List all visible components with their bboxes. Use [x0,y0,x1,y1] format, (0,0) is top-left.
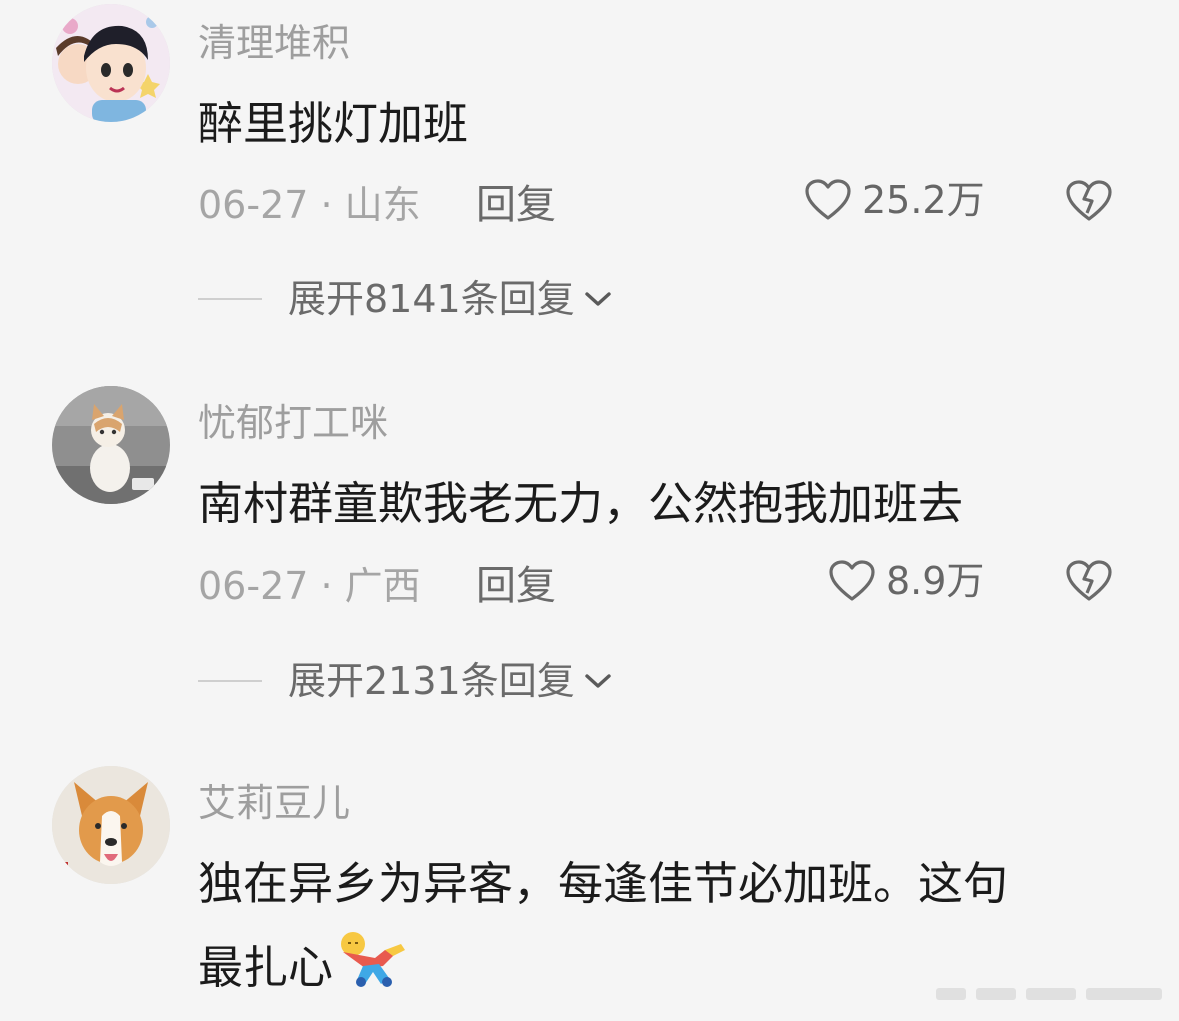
username[interactable]: 清理堆积 [198,24,350,62]
comment-item: 忧郁打工咪 南村群童欺我老无力，公然抱我加班去 06-27 · 广西 回复 8.… [0,370,1179,730]
comment-text: 醉里挑灯加班 [198,97,469,150]
dislike-button[interactable] [1064,179,1114,227]
avatar[interactable] [52,386,170,504]
like-button[interactable]: 8.9万 [828,559,984,603]
comment-item: 清理堆积 醉里挑灯加班 06-27 · 山东 回复 25.2万 展开8141条回… [0,0,1179,360]
comment-text-line: 独在异乡为异客，每逢佳节必加班。这句 [198,857,1009,910]
comment-text: 南村群童欺我老无力，公然抱我加班去 [198,477,964,530]
expand-replies[interactable]: 展开2131条回复 [198,662,613,700]
avatar-image [52,4,170,122]
broken-heart-icon [1066,560,1112,601]
divider-line [198,298,262,300]
reply-button[interactable]: 回复 [476,185,556,225]
comment-meta: 06-27 · 山东 [198,183,421,227]
like-count: 8.9万 [886,559,985,603]
comment-meta: 06-27 · 广西 [198,564,421,608]
username[interactable]: 忧郁打工咪 [198,404,388,442]
avatar-image [52,386,170,504]
heart-outline-icon [829,560,875,601]
chevron-down-icon [585,674,611,688]
dislike-button[interactable] [1064,559,1114,607]
expand-replies-label: 展开2131条回复 [288,659,575,703]
heart-outline-icon [805,179,851,220]
avatar-image [52,766,170,884]
reply-button[interactable]: 回复 [476,566,556,606]
like-button[interactable]: 25.2万 [804,178,985,222]
avatar[interactable] [52,4,170,122]
lying-down-emoji [335,928,411,1015]
avatar[interactable] [52,766,170,884]
chevron-down-icon [585,292,611,306]
username[interactable]: 艾莉豆儿 [198,784,350,822]
expand-replies[interactable]: 展开8141条回复 [198,280,613,318]
expand-replies-label: 展开8141条回复 [288,277,575,321]
broken-heart-icon [1066,180,1112,221]
watermark [936,988,1162,1000]
like-count: 25.2万 [862,178,985,222]
comment-text-fragment: 最扎心 [198,941,334,994]
divider-line [198,680,262,682]
comment-item: 艾莉豆儿 独在异乡为异客，每逢佳节必加班。这句 最扎心 [0,750,1179,1021]
